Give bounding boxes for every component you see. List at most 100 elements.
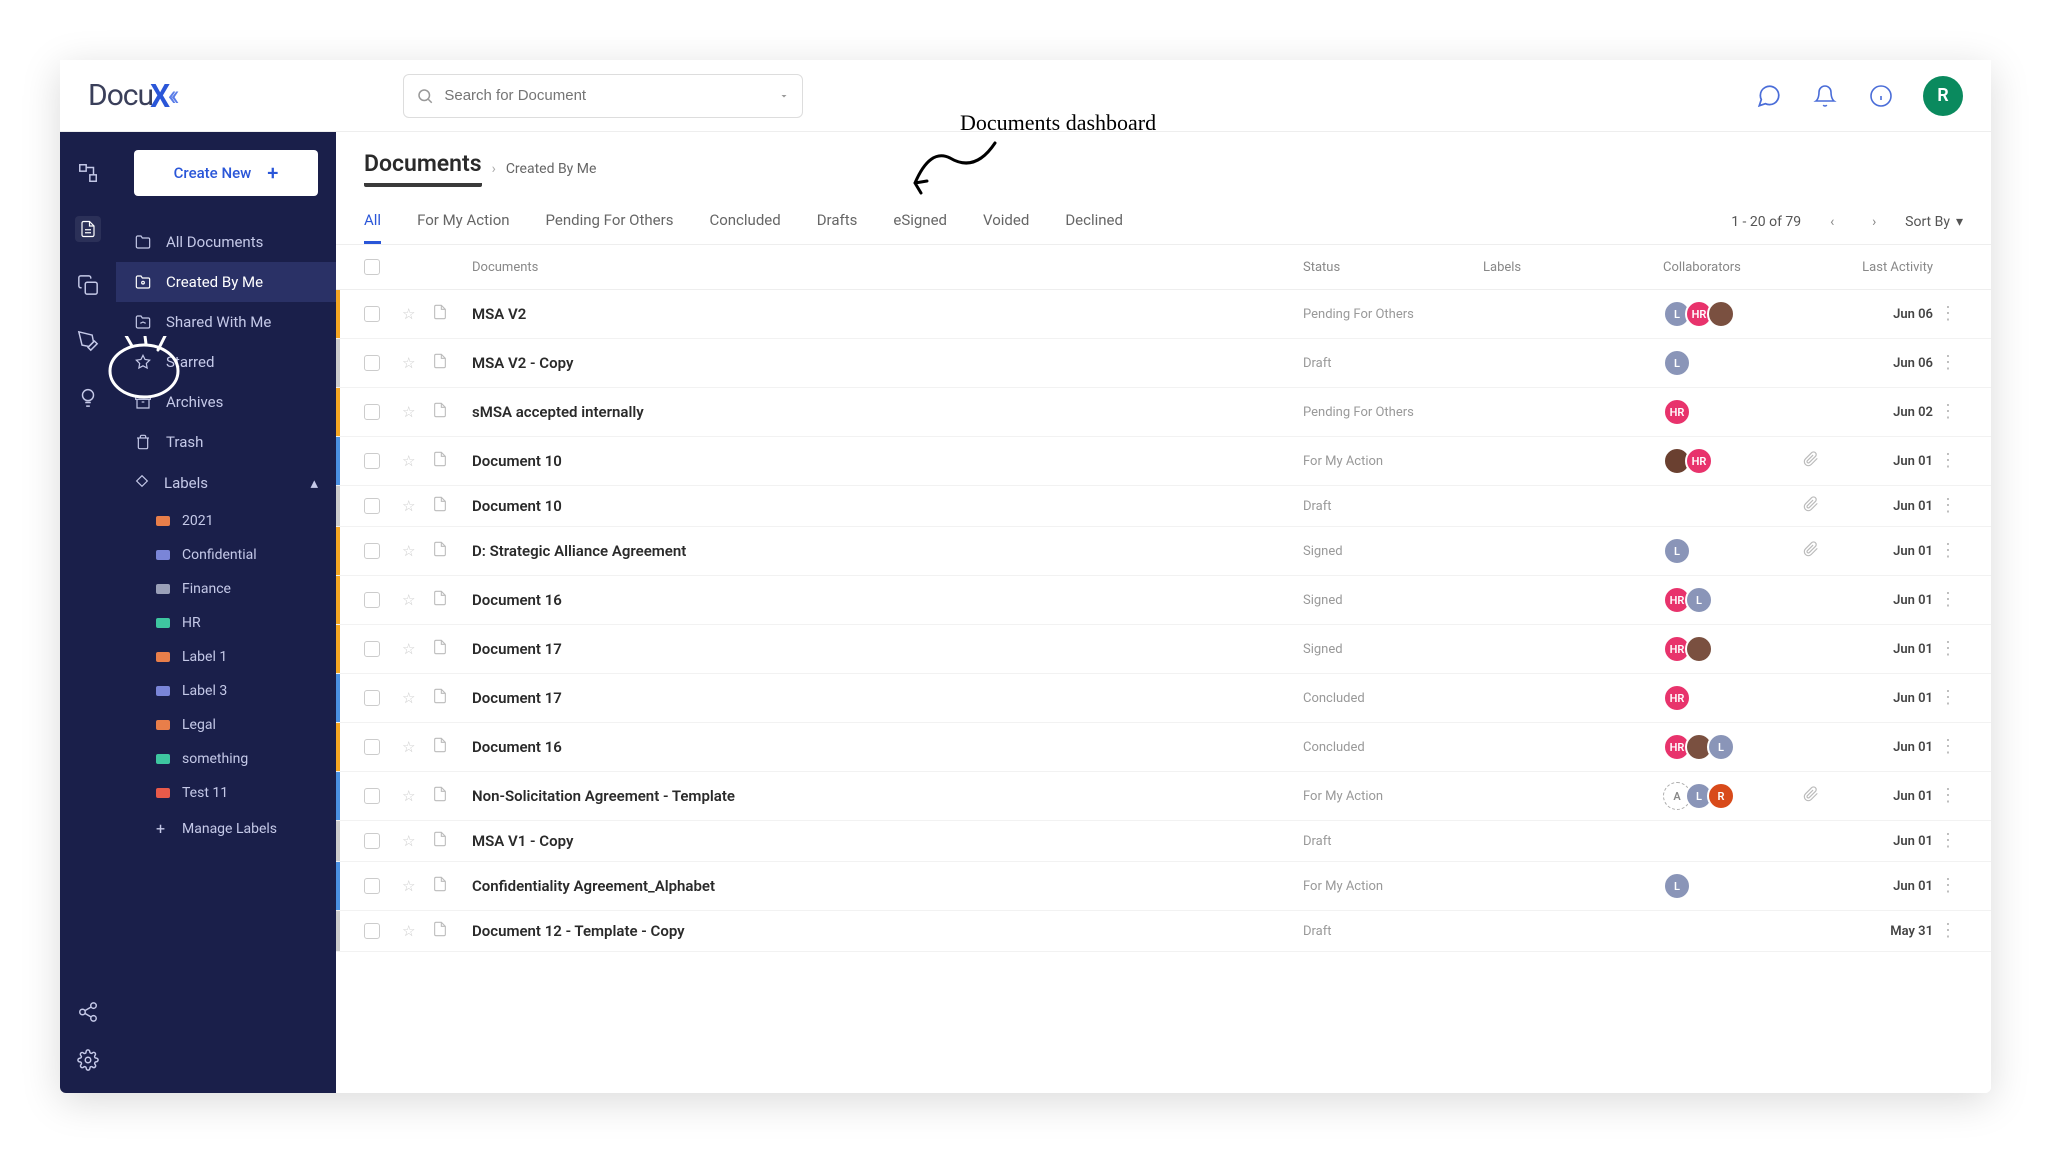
labels-header[interactable]: Labels ▴ [116, 462, 336, 504]
rail-doc-icon[interactable] [75, 216, 101, 242]
row-checkbox[interactable] [364, 923, 380, 939]
search-box[interactable] [403, 74, 803, 118]
star-icon[interactable]: ☆ [402, 640, 415, 658]
info-icon[interactable] [1867, 82, 1895, 110]
tab-voided[interactable]: Voided [983, 199, 1029, 244]
row-menu-icon[interactable]: ⋮ [1939, 687, 1957, 708]
table-row[interactable]: ☆ Confidentiality Agreement_Alphabet For… [336, 862, 1991, 911]
row-checkbox[interactable] [364, 878, 380, 894]
table-row[interactable]: ☆ MSA V2 Pending For Others LHR Jun 06 ⋮ [336, 290, 1991, 339]
row-menu-icon[interactable]: ⋮ [1939, 401, 1957, 422]
row-menu-icon[interactable]: ⋮ [1939, 450, 1957, 471]
pager-next[interactable]: › [1863, 211, 1885, 233]
row-checkbox[interactable] [364, 739, 380, 755]
col-collaborators[interactable]: Collaborators [1663, 260, 1803, 275]
sidebar-item-starred[interactable]: Starred [116, 342, 336, 382]
col-documents[interactable]: Documents [472, 260, 1303, 275]
chat-icon[interactable] [1755, 82, 1783, 110]
tab-for-my-action[interactable]: For My Action [417, 199, 509, 244]
star-icon[interactable]: ☆ [402, 497, 415, 515]
star-icon[interactable]: ☆ [402, 591, 415, 609]
tab-all[interactable]: All [364, 199, 381, 244]
star-icon[interactable]: ☆ [402, 403, 415, 421]
tab-pending-for-others[interactable]: Pending For Others [546, 199, 674, 244]
sort-by-dropdown[interactable]: Sort By ▾ [1905, 214, 1963, 230]
row-menu-icon[interactable]: ⋮ [1939, 830, 1957, 851]
label-item-label-3[interactable]: Label 3 [116, 674, 336, 708]
table-row[interactable]: ☆ D: Strategic Alliance Agreement Signed… [336, 527, 1991, 576]
sidebar-item-all-documents[interactable]: All Documents [116, 222, 336, 262]
row-menu-icon[interactable]: ⋮ [1939, 540, 1957, 561]
row-menu-icon[interactable]: ⋮ [1939, 495, 1957, 516]
row-checkbox[interactable] [364, 453, 380, 469]
row-checkbox[interactable] [364, 833, 380, 849]
label-item-test-11[interactable]: Test 11 [116, 776, 336, 810]
table-row[interactable]: ☆ Document 12 - Template - Copy Draft Ma… [336, 911, 1991, 952]
row-menu-icon[interactable]: ⋮ [1939, 303, 1957, 324]
rail-settings-icon[interactable] [75, 1047, 101, 1073]
label-item-confidential[interactable]: Confidential [116, 538, 336, 572]
row-menu-icon[interactable]: ⋮ [1939, 736, 1957, 757]
table-row[interactable]: ☆ Document 10 For My Action HR Jun 01 ⋮ [336, 437, 1991, 486]
bell-icon[interactable] [1811, 82, 1839, 110]
label-item-2021[interactable]: 2021 [116, 504, 336, 538]
sidebar-item-shared-with-me[interactable]: Shared With Me [116, 302, 336, 342]
col-status[interactable]: Status [1303, 260, 1483, 275]
label-item-finance[interactable]: Finance [116, 572, 336, 606]
star-icon[interactable]: ☆ [402, 922, 415, 940]
col-labels[interactable]: Labels [1483, 260, 1663, 275]
star-icon[interactable]: ☆ [402, 354, 415, 372]
star-icon[interactable]: ☆ [402, 689, 415, 707]
row-menu-icon[interactable]: ⋮ [1939, 638, 1957, 659]
sidebar-item-archives[interactable]: Archives [116, 382, 336, 422]
tab-declined[interactable]: Declined [1065, 199, 1123, 244]
table-row[interactable]: ☆ Document 16 Signed HRL Jun 01 ⋮ [336, 576, 1991, 625]
row-menu-icon[interactable]: ⋮ [1939, 352, 1957, 373]
rail-idea-icon[interactable] [75, 384, 101, 410]
table-row[interactable]: ☆ Non-Solicitation Agreement - Template … [336, 772, 1991, 821]
table-row[interactable]: ☆ Document 17 Concluded HR Jun 01 ⋮ [336, 674, 1991, 723]
label-item-hr[interactable]: HR [116, 606, 336, 640]
star-icon[interactable]: ☆ [402, 787, 415, 805]
col-last-activity[interactable]: Last Activity [1843, 260, 1933, 275]
table-row[interactable]: ☆ Document 10 Draft Jun 01 ⋮ [336, 486, 1991, 527]
create-new-button[interactable]: Create New + [134, 150, 318, 196]
search-dropdown-icon[interactable] [778, 90, 790, 102]
row-menu-icon[interactable]: ⋮ [1939, 875, 1957, 896]
select-all-checkbox[interactable] [364, 259, 380, 275]
pager-prev[interactable]: ‹ [1821, 211, 1843, 233]
sidebar-item-trash[interactable]: Trash [116, 422, 336, 462]
rail-copy-icon[interactable] [75, 272, 101, 298]
table-row[interactable]: ☆ MSA V2 - Copy Draft L Jun 06 ⋮ [336, 339, 1991, 388]
rail-pen-icon[interactable] [75, 328, 101, 354]
manage-labels[interactable]: + Manage Labels [116, 810, 336, 847]
star-icon[interactable]: ☆ [402, 877, 415, 895]
tab-drafts[interactable]: Drafts [817, 199, 858, 244]
row-checkbox[interactable] [364, 498, 380, 514]
rail-share-icon[interactable] [75, 999, 101, 1025]
star-icon[interactable]: ☆ [402, 832, 415, 850]
row-checkbox[interactable] [364, 690, 380, 706]
search-input[interactable] [444, 87, 778, 104]
label-item-label-1[interactable]: Label 1 [116, 640, 336, 674]
row-checkbox[interactable] [364, 641, 380, 657]
table-row[interactable]: ☆ Document 16 Concluded HRL Jun 01 ⋮ [336, 723, 1991, 772]
row-checkbox[interactable] [364, 543, 380, 559]
row-checkbox[interactable] [364, 404, 380, 420]
row-checkbox[interactable] [364, 788, 380, 804]
label-item-something[interactable]: something [116, 742, 336, 776]
table-row[interactable]: ☆ sMSA accepted internally Pending For O… [336, 388, 1991, 437]
row-checkbox[interactable] [364, 306, 380, 322]
row-menu-icon[interactable]: ⋮ [1939, 785, 1957, 806]
table-row[interactable]: ☆ MSA V1 - Copy Draft Jun 01 ⋮ [336, 821, 1991, 862]
rail-workflow-icon[interactable] [75, 160, 101, 186]
row-menu-icon[interactable]: ⋮ [1939, 589, 1957, 610]
label-item-legal[interactable]: Legal [116, 708, 336, 742]
tab-esigned[interactable]: eSigned [893, 199, 947, 244]
star-icon[interactable]: ☆ [402, 542, 415, 560]
star-icon[interactable]: ☆ [402, 738, 415, 756]
sidebar-item-created-by-me[interactable]: Created By Me [116, 262, 336, 302]
row-menu-icon[interactable]: ⋮ [1939, 920, 1957, 941]
row-checkbox[interactable] [364, 355, 380, 371]
star-icon[interactable]: ☆ [402, 305, 415, 323]
